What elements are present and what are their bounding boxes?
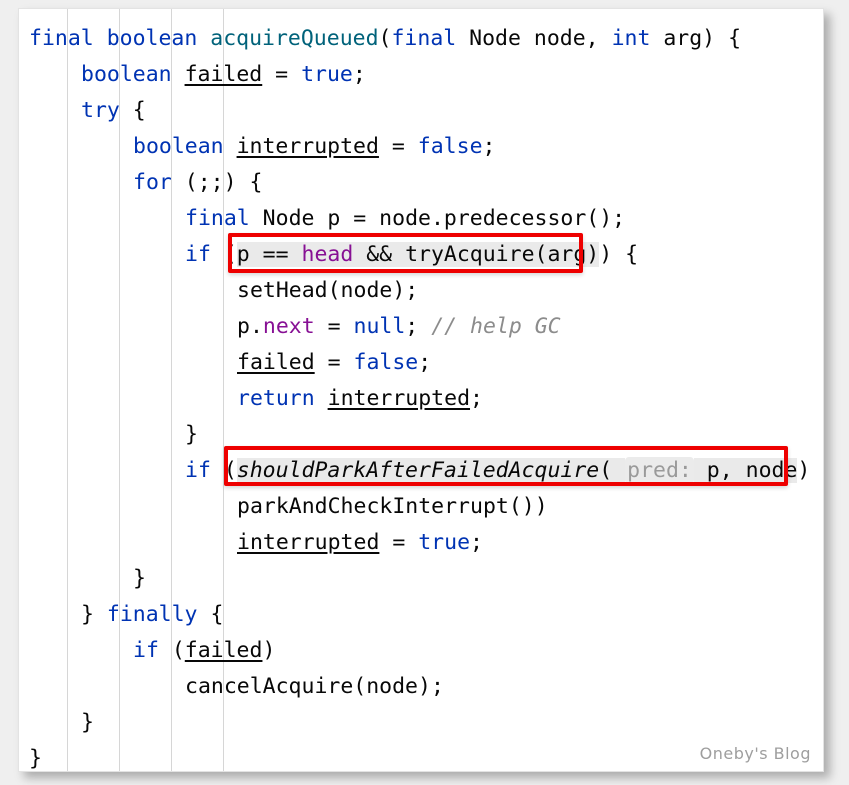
code-token: && tryAcquire(arg)	[353, 242, 600, 267]
code-token: )	[262, 638, 276, 663]
code-line[interactable]: final boolean acquireQueued(final Node n…	[29, 21, 741, 57]
code-line[interactable]: p.next = null; // help GC	[237, 309, 561, 345]
code-token: false	[353, 350, 419, 375]
code-line[interactable]: boolean failed = true;	[81, 57, 366, 93]
code-token: ) {	[599, 242, 639, 267]
code-token: acquireQueued	[210, 26, 379, 51]
code-token: }	[29, 746, 42, 771]
code-token: }	[185, 422, 198, 447]
code-token: setHead(node);	[237, 278, 419, 303]
code-token: true	[418, 530, 471, 555]
code-token: boolean	[81, 62, 172, 87]
code-token: true	[301, 62, 353, 87]
code-line[interactable]: if (shouldParkAfterFailedAcquire( pred: …	[185, 453, 823, 489]
code-line[interactable]: if (failed)	[133, 633, 275, 669]
code-line[interactable]: }	[185, 417, 198, 453]
code-token: null	[353, 314, 406, 339]
code-token: interrupted	[236, 134, 379, 159]
code-token: head	[301, 242, 354, 267]
code-token: ;	[418, 350, 432, 375]
code-token: final	[185, 206, 250, 231]
code-token: boolean	[133, 134, 224, 159]
code-token: (	[158, 638, 185, 663]
code-line[interactable]: if (p == head && tryAcquire(arg)) {	[185, 237, 638, 273]
code-line[interactable]: }	[29, 741, 42, 771]
code-token: final	[29, 26, 94, 51]
code-line[interactable]: setHead(node);	[237, 273, 418, 309]
code-token: interrupted	[237, 530, 380, 555]
code-line[interactable]: boolean interrupted = false;	[133, 129, 495, 165]
code-token: {	[197, 602, 224, 627]
code-token: =	[314, 314, 354, 339]
code-line[interactable]: parkAndCheckInterrupt())	[237, 489, 548, 525]
code-token: parkAndCheckInterrupt())	[237, 494, 548, 519]
code-token: failed	[237, 350, 315, 375]
code-token: (;;) {	[171, 170, 263, 195]
code-token: for	[133, 170, 172, 195]
code-token: }	[133, 566, 146, 591]
code-token: interrupted	[327, 386, 471, 411]
code-token: (	[599, 458, 613, 483]
code-token: return	[237, 386, 315, 411]
code-token: failed	[184, 62, 263, 87]
code-token: // help GC	[431, 314, 561, 339]
code-token: pred:	[625, 457, 694, 484]
code-token: (	[378, 26, 392, 51]
code-line[interactable]: failed = false;	[237, 345, 431, 381]
code-token: next	[262, 314, 315, 339]
code-token: p ==	[236, 242, 302, 267]
code-token: (	[210, 458, 237, 483]
code-line[interactable]: cancelAcquire(node);	[185, 669, 444, 705]
code-token	[612, 458, 626, 483]
code-token: if	[185, 458, 211, 483]
code-token: shouldParkAfterFailedAcquire	[236, 458, 600, 483]
code-token: ) &&	[797, 458, 811, 483]
code-token: =	[314, 350, 354, 375]
code-line[interactable]: final Node p = node.predecessor();	[185, 201, 625, 237]
code-token: cancelAcquire(node);	[185, 674, 444, 699]
code-token: try	[81, 98, 120, 123]
code-token: }	[81, 602, 107, 627]
code-token: Node p = node.predecessor();	[249, 206, 626, 231]
code-line[interactable]: }	[133, 561, 146, 597]
code-token: p.	[237, 314, 263, 339]
code-token: if	[133, 638, 159, 663]
code-token: failed	[184, 638, 263, 663]
code-token: ;	[405, 314, 432, 339]
code-token: =	[262, 62, 302, 87]
code-line[interactable]: try {	[81, 93, 146, 129]
code-line[interactable]: return interrupted;	[237, 381, 483, 417]
code-token: final	[391, 26, 457, 51]
watermark-label: Oneby's Blog	[699, 744, 811, 763]
code-token: p, node	[693, 458, 798, 483]
code-line[interactable]: for (;;) {	[133, 165, 262, 201]
code-token: =	[378, 134, 418, 159]
code-token: {	[119, 98, 146, 123]
code-token: false	[417, 134, 483, 159]
code-line[interactable]: }	[81, 705, 94, 741]
code-token: ;	[352, 62, 366, 87]
code-token: finally	[106, 602, 198, 627]
code-token: Node node,	[456, 26, 612, 51]
code-token: }	[81, 710, 94, 735]
code-token: int	[611, 26, 651, 51]
code-token: ;	[482, 134, 496, 159]
code-token: =	[379, 530, 419, 555]
code-token: boolean	[106, 26, 198, 51]
code-token: ;	[470, 386, 483, 411]
code-line[interactable]: } finally {	[81, 597, 223, 633]
code-token: ;	[470, 530, 483, 555]
code-token: if	[185, 242, 211, 267]
code-line[interactable]: interrupted = true;	[237, 525, 483, 561]
code-token: (	[210, 242, 237, 267]
code-token: arg) {	[650, 26, 742, 51]
code-content[interactable]: final boolean acquireQueued(final Node n…	[19, 9, 823, 771]
code-editor-pane[interactable]: final boolean acquireQueued(final Node n…	[18, 8, 824, 772]
screenshot-root: final boolean acquireQueued(final Node n…	[0, 0, 849, 785]
